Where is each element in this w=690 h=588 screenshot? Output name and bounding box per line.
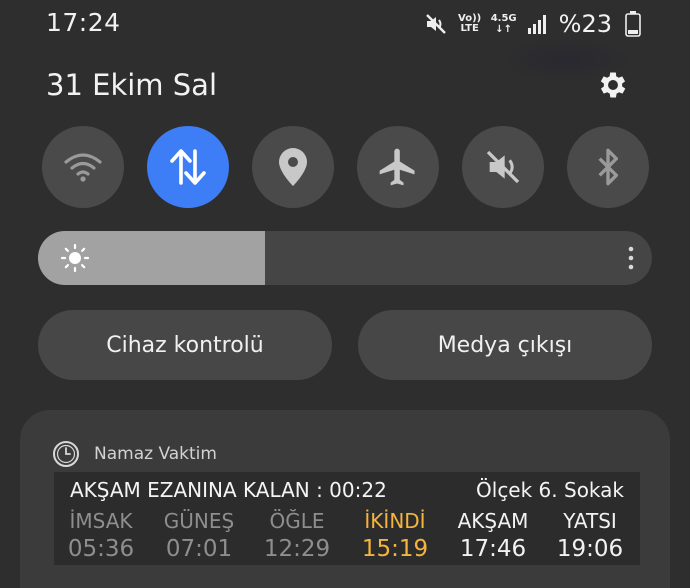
volte-icon: Vo)) LTE bbox=[457, 11, 483, 37]
prayer-time: 07:01 bbox=[165, 536, 233, 562]
status-clock: 17:24 bbox=[46, 8, 121, 37]
prayer-name: AKŞAM bbox=[457, 509, 529, 533]
clock-icon bbox=[53, 441, 79, 467]
notification-header: Namaz Vaktim bbox=[52, 440, 217, 468]
bluetooth-icon bbox=[598, 148, 618, 186]
location-label: Ölçek 6. Sokak bbox=[476, 478, 624, 502]
date-label: 31 Ekim Sal bbox=[46, 68, 217, 102]
prayer-time: 17:46 bbox=[459, 536, 527, 562]
prayer-notification[interactable]: Namaz Vaktim AKŞAM EZANINA KALAN : 00:22… bbox=[20, 410, 670, 588]
signal-icon bbox=[525, 11, 551, 37]
prayer-ikindi: İKİNDİ 15:19 bbox=[345, 508, 445, 564]
toggle-location[interactable] bbox=[252, 126, 334, 208]
toggle-bluetooth[interactable] bbox=[567, 126, 649, 208]
wifi-icon bbox=[64, 153, 102, 182]
sun-icon bbox=[60, 243, 90, 273]
prayer-time: 05:36 bbox=[67, 536, 135, 562]
prayer-name: GÜNEŞ bbox=[163, 509, 235, 533]
prayer-time: 19:06 bbox=[556, 536, 624, 562]
prayer-name: ÖĞLE bbox=[269, 509, 325, 533]
prayer-time: 15:19 bbox=[361, 536, 429, 562]
device-control-button[interactable]: Cihaz kontrolü bbox=[38, 310, 332, 380]
prayer-ogle: ÖĞLE 12:29 bbox=[247, 508, 347, 564]
gear-icon bbox=[600, 72, 626, 98]
media-output-button[interactable]: Medya çıkışı bbox=[358, 310, 652, 380]
prayer-name: İKİNDİ bbox=[364, 509, 426, 533]
network-type: 4.5G bbox=[490, 13, 517, 24]
prayer-time: 12:29 bbox=[263, 536, 331, 562]
prayer-name: İMSAK bbox=[69, 509, 133, 533]
toggle-mobile-data[interactable] bbox=[147, 126, 229, 208]
mute-icon bbox=[486, 150, 520, 184]
location-icon bbox=[279, 148, 307, 186]
prayer-times-row: İMSAK 05:36 GÜNEŞ 07:01 ÖĞLE 12:29 İKİND… bbox=[54, 508, 640, 564]
battery-icon bbox=[620, 11, 646, 37]
settings-button[interactable] bbox=[594, 66, 632, 104]
prayer-times-panel: AKŞAM EZANINA KALAN : 00:22 Ölçek 6. Sok… bbox=[54, 472, 640, 565]
network-icon: 4.5G ↓↑ bbox=[491, 11, 517, 37]
mobile-data-icon bbox=[170, 149, 206, 185]
prayer-aksam: AKŞAM 17:46 bbox=[443, 508, 543, 564]
more-options-icon[interactable] bbox=[626, 245, 636, 271]
quick-toggles bbox=[42, 126, 649, 208]
app-name: Namaz Vaktim bbox=[94, 444, 217, 464]
prayer-yatsi: YATSI 19:06 bbox=[540, 508, 640, 564]
battery-percent: %23 bbox=[558, 10, 612, 38]
remaining-time: AKŞAM EZANINA KALAN : 00:22 bbox=[70, 478, 387, 502]
brightness-slider[interactable] bbox=[38, 231, 652, 285]
toggle-wifi[interactable] bbox=[42, 126, 124, 208]
toggle-sound[interactable] bbox=[462, 126, 544, 208]
prayer-gunes: GÜNEŞ 07:01 bbox=[149, 508, 249, 564]
prayer-imsak: İMSAK 05:36 bbox=[51, 508, 151, 564]
prayer-name: YATSI bbox=[563, 509, 617, 533]
network-arrows: ↓↑ bbox=[495, 24, 513, 35]
status-icons: Vo)) LTE 4.5G ↓↑ %23 bbox=[423, 10, 646, 38]
airplane-icon bbox=[379, 148, 415, 186]
mute-icon bbox=[423, 11, 449, 37]
toggle-airplane[interactable] bbox=[357, 126, 439, 208]
volte-bottom: LTE bbox=[460, 23, 479, 34]
